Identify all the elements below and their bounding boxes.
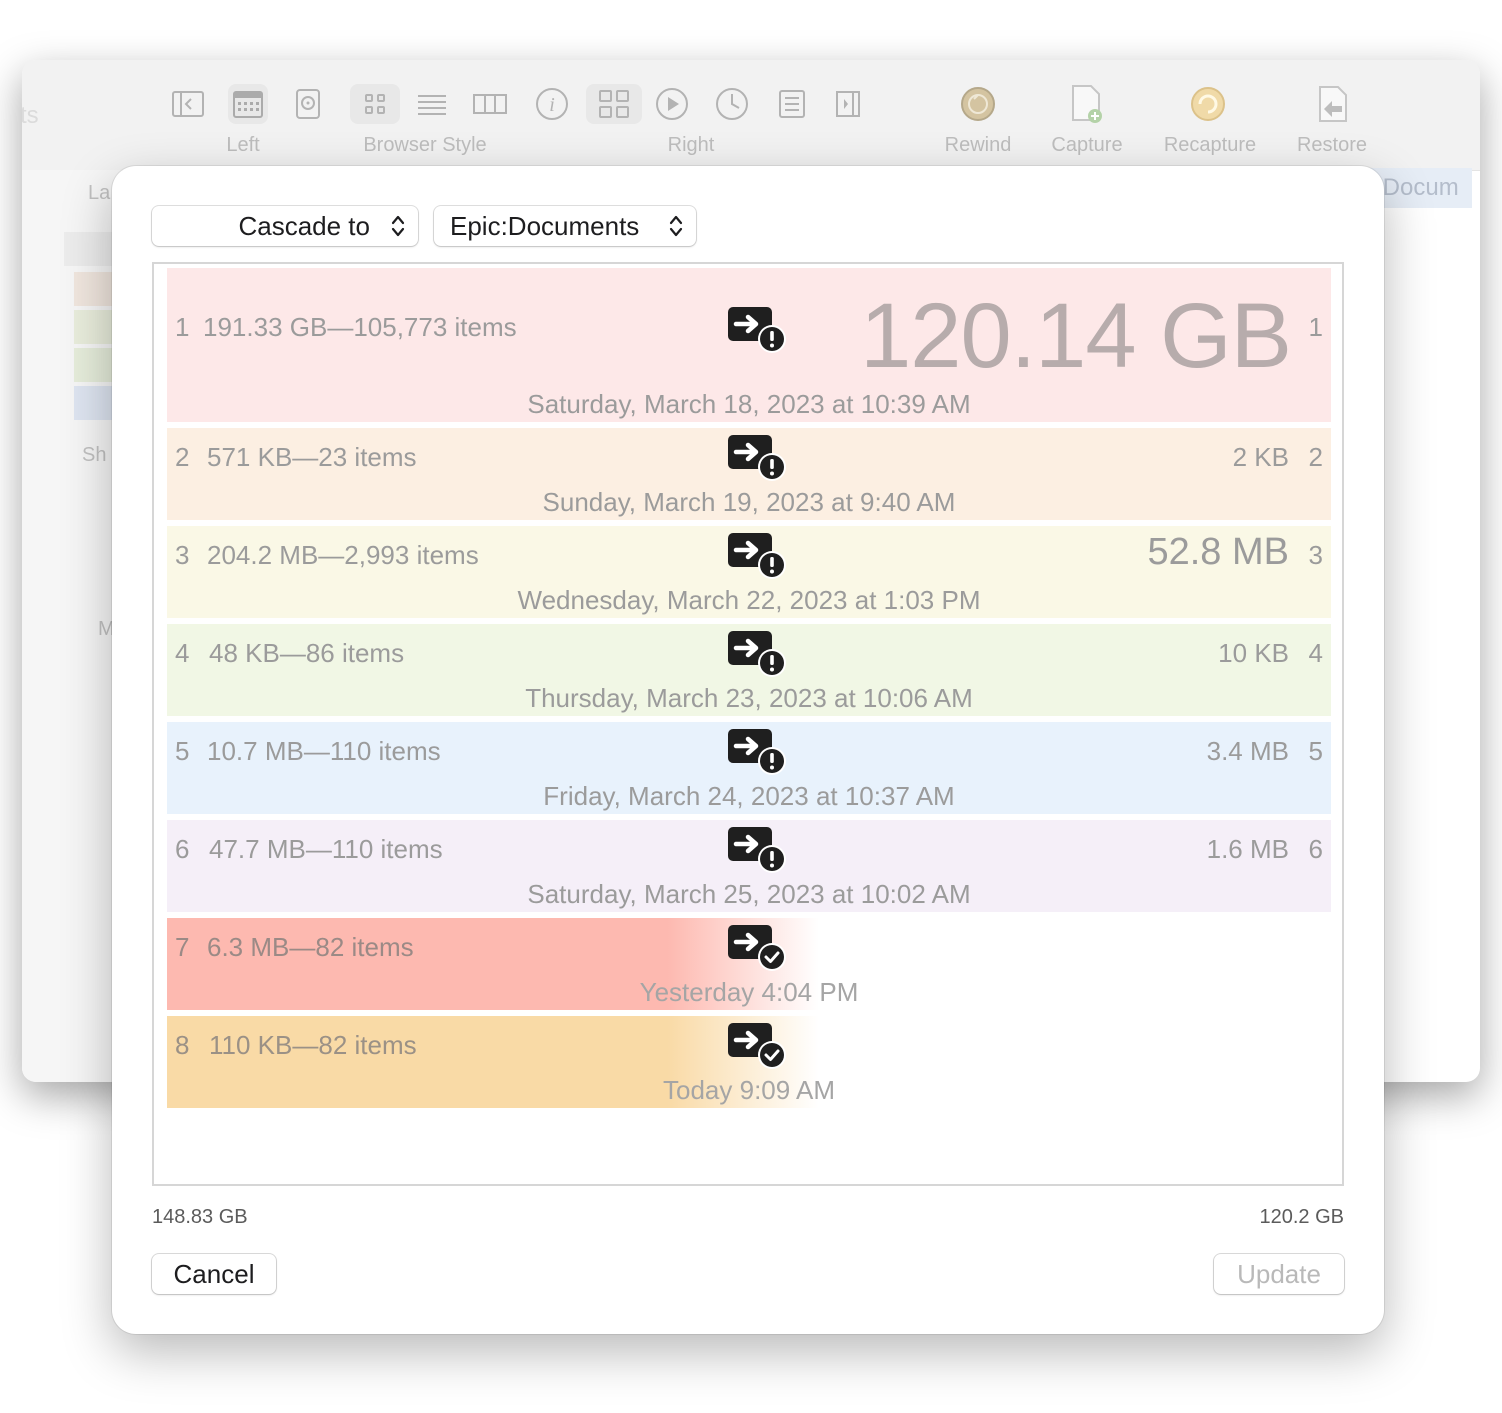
row-index: 4 xyxy=(175,638,190,668)
cascade-sheet: Cascade to Epic:Documents 1 191.33 GB—10… xyxy=(112,166,1384,1334)
mode-popup[interactable]: Cascade to xyxy=(152,206,418,246)
row-delta: 2 KB xyxy=(1232,442,1289,472)
popup-chevron-icon xyxy=(391,215,405,237)
row-size: 204.2 MB—2,993 items xyxy=(207,540,479,570)
row-delta: 3.4 MB xyxy=(1206,736,1289,766)
row-index-right: 2 xyxy=(1308,442,1323,472)
snapshot-warning-icon xyxy=(727,434,787,482)
row-index: 1 xyxy=(175,312,190,342)
snapshot-row[interactable]: 3 204.2 MB—2,993 items 52.8 MB 3 Wednesd… xyxy=(167,526,1331,618)
row-delta: 10 KB xyxy=(1218,638,1289,668)
mode-popup-label: Cascade to xyxy=(238,211,370,241)
snapshot-row[interactable]: 6 47.7 MB—110 items 1.6 MB 6 Saturday, M… xyxy=(167,820,1331,912)
snapshot-row[interactable]: 2 571 KB—23 items 2 KB 2 Sunday, March 1… xyxy=(167,428,1331,520)
row-date: Friday, March 24, 2023 at 10:37 AM xyxy=(543,781,955,811)
row-date: Thursday, March 23, 2023 at 10:06 AM xyxy=(525,683,973,713)
row-size: 10.7 MB—110 items xyxy=(207,736,441,766)
row-index-right: 6 xyxy=(1308,834,1323,864)
row-delta: 120.14 GB xyxy=(860,285,1292,387)
snapshot-row[interactable]: 1 191.33 GB—105,773 items 120.14 GB 1 Sa… xyxy=(167,268,1331,422)
cancel-button[interactable]: Cancel xyxy=(152,1254,276,1294)
target-volume-label: Epic:Documents xyxy=(450,211,640,241)
row-size: 48 KB—86 items xyxy=(209,638,405,668)
snapshot-warning-icon xyxy=(727,728,787,776)
row-delta: 1.6 MB xyxy=(1206,834,1289,864)
snapshot-warning-icon xyxy=(727,532,787,580)
snapshot-list[interactable]: 1 191.33 GB—105,773 items 120.14 GB 1 Sa… xyxy=(152,262,1344,1186)
total-destination-size: 120.2 GB xyxy=(1259,1206,1344,1228)
snapshot-warning-icon xyxy=(727,630,787,678)
update-button[interactable]: Update xyxy=(1214,1254,1344,1294)
snapshot-warning-icon xyxy=(727,826,787,874)
row-size: 6.3 MB—82 items xyxy=(207,932,414,962)
snapshot-row[interactable]: 4 48 KB—86 items 10 KB 4 Thursday, March… xyxy=(167,624,1331,716)
popup-chevron-icon xyxy=(669,215,683,237)
row-index: 6 xyxy=(175,834,190,864)
row-size: 571 KB—23 items xyxy=(207,442,417,472)
snapshot-row[interactable]: 7 6.3 MB—82 items Yesterday 4:04 PM xyxy=(167,918,1331,1010)
snapshot-warning-icon xyxy=(727,306,787,354)
row-delta: 52.8 MB xyxy=(1147,531,1289,573)
row-date: Sunday, March 19, 2023 at 9:40 AM xyxy=(542,487,956,517)
snapshot-ok-icon xyxy=(727,924,787,972)
snapshot-row[interactable]: 8 110 KB—82 items Today 9:09 AM xyxy=(167,1016,1331,1108)
row-date: Saturday, March 25, 2023 at 10:02 AM xyxy=(527,879,971,909)
row-index-right: 3 xyxy=(1308,540,1323,570)
row-index-right: 4 xyxy=(1308,638,1323,668)
row-index-right: 1 xyxy=(1308,312,1323,342)
total-source-size: 148.83 GB xyxy=(152,1206,248,1228)
row-index-right: 5 xyxy=(1308,736,1323,766)
row-size: 47.7 MB—110 items xyxy=(209,834,443,864)
row-index: 5 xyxy=(175,736,190,766)
row-size: 191.33 GB—105,773 items xyxy=(203,312,517,342)
row-index: 8 xyxy=(175,1030,190,1060)
row-index: 3 xyxy=(175,540,190,570)
row-index: 7 xyxy=(175,932,190,962)
row-date: Wednesday, March 22, 2023 at 1:03 PM xyxy=(517,585,981,615)
row-date: Saturday, March 18, 2023 at 10:39 AM xyxy=(527,389,971,419)
target-volume-popup[interactable]: Epic:Documents xyxy=(434,206,696,246)
row-size: 110 KB—82 items xyxy=(209,1030,417,1060)
snapshot-row[interactable]: 5 10.7 MB—110 items 3.4 MB 5 Friday, Mar… xyxy=(167,722,1331,814)
row-index: 2 xyxy=(175,442,190,472)
row-date: Yesterday 4:04 PM xyxy=(639,977,859,1007)
row-date: Today 9:09 AM xyxy=(663,1075,835,1105)
snapshot-ok-icon xyxy=(727,1022,787,1070)
